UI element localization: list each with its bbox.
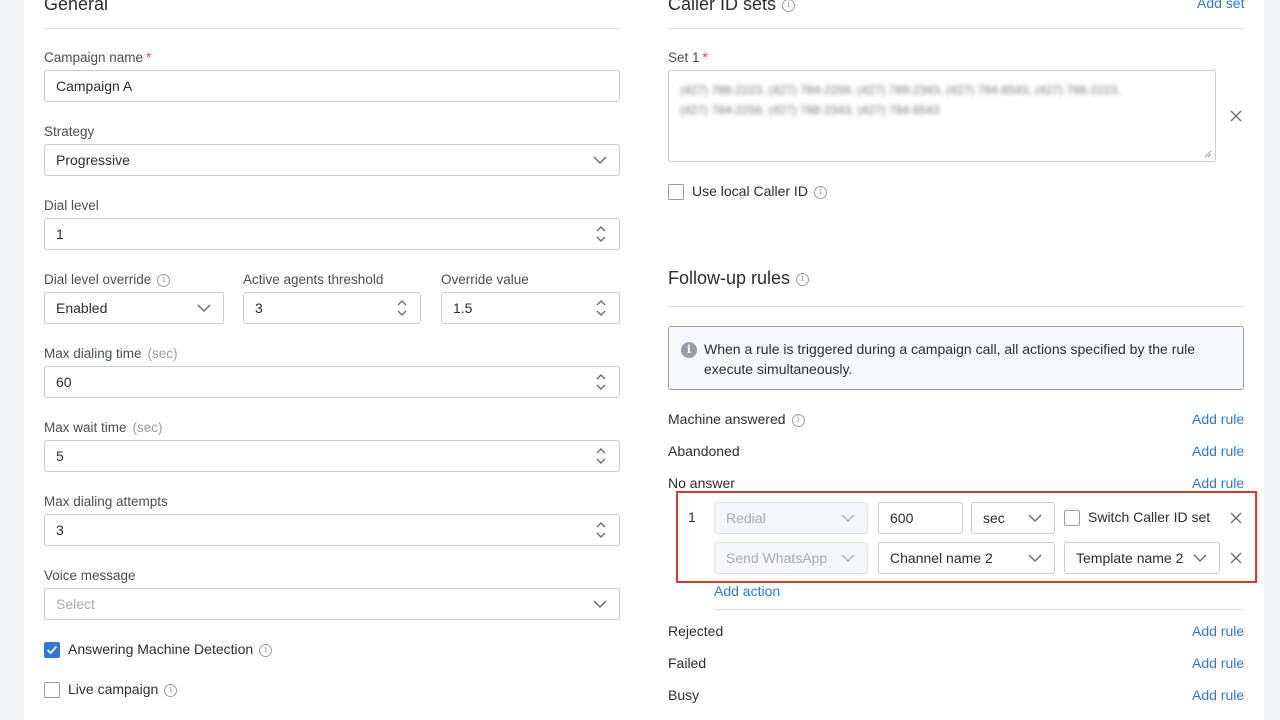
max-dialing-time-value: 60 [56, 374, 72, 390]
spinner-arrows-icon[interactable] [595, 447, 607, 465]
general-section-title: General [44, 0, 109, 14]
active-agents-threshold-input[interactable]: 3 [243, 292, 421, 324]
info-icon[interactable]: i [796, 272, 810, 286]
set1-label: Set 1 * [668, 50, 708, 65]
dial-level-override-label: Dial level override i [44, 272, 171, 287]
max-dialing-attempts-input[interactable]: 3 [44, 514, 620, 546]
use-local-caller-id-checkbox[interactable] [668, 184, 684, 200]
max-dialing-time-input[interactable]: 60 [44, 366, 620, 398]
followup-notice: i When a rule is triggered during a camp… [668, 326, 1244, 390]
add-action-link[interactable]: Add action [714, 583, 780, 599]
max-dialing-attempts-label: Max dialing attempts [44, 494, 168, 509]
campaign-name-input[interactable]: Campaign A [44, 70, 620, 102]
dial-level-override-select[interactable]: Enabled [44, 292, 224, 324]
rule-no-answer: No answer [668, 475, 735, 491]
rule-busy: Busy [668, 687, 700, 703]
spinner-arrows-icon[interactable] [595, 299, 607, 317]
voice-message-select[interactable]: Select [44, 588, 620, 620]
rule-failed: Failed [668, 655, 707, 671]
strategy-select[interactable]: Progressive [44, 144, 620, 176]
remove-set-close-icon[interactable] [1230, 110, 1242, 122]
amd-label: Answering Machine Detection i [68, 641, 273, 657]
add-set-link[interactable]: Add set [1197, 0, 1244, 11]
info-icon[interactable]: i [813, 185, 827, 199]
set1-textarea[interactable]: (427) 788-2223, (427) 784-2256, (427) 78… [668, 70, 1216, 162]
override-value-value: 1.5 [453, 300, 473, 316]
set1-numbers-line2: (427) 784-2256, (427) 788-2343, (427) 78… [680, 103, 940, 117]
strategy-value: Progressive [56, 152, 130, 168]
active-agents-threshold-value: 3 [255, 300, 263, 316]
max-wait-time-value: 5 [56, 448, 64, 464]
campaign-name-value: Campaign A [56, 78, 133, 94]
live-campaign-checkbox[interactable] [44, 682, 60, 698]
info-icon: i [681, 342, 697, 358]
rule-rejected: Rejected [668, 623, 724, 639]
dial-level-input[interactable]: 1 [44, 218, 620, 250]
resize-handle-icon[interactable] [1204, 150, 1212, 158]
rule-abandoned: Abandoned [668, 443, 740, 459]
add-rule-abandoned[interactable]: Add rule [1192, 443, 1244, 459]
info-icon[interactable]: i [259, 643, 273, 657]
chevron-down-icon [593, 156, 607, 165]
max-wait-time-label: Max wait time (sec) [44, 420, 163, 435]
add-rule-rejected[interactable]: Add rule [1192, 623, 1244, 639]
override-value-label: Override value [441, 272, 529, 287]
max-dialing-time-label: Max dialing time (sec) [44, 346, 178, 361]
check-icon [47, 645, 58, 655]
override-value-input[interactable]: 1.5 [441, 292, 620, 324]
info-icon[interactable]: i [164, 683, 178, 697]
active-agents-threshold-label: Active agents threshold [243, 272, 384, 287]
live-campaign-label: Live campaign i [68, 681, 178, 697]
add-rule-failed[interactable]: Add rule [1192, 655, 1244, 671]
campaign-name-label: Campaign name * [44, 50, 152, 65]
add-rule-no-answer[interactable]: Add rule [1192, 475, 1244, 491]
rule-machine-answered: Machine answered i [668, 411, 805, 427]
add-rule-machine-answered[interactable]: Add rule [1192, 411, 1244, 427]
voice-message-placeholder: Select [56, 596, 95, 612]
highlight-box [676, 491, 1257, 583]
followup-section-title: Follow-up rules i [668, 268, 810, 289]
spinner-arrows-icon[interactable] [396, 299, 408, 317]
chevron-down-icon [593, 600, 607, 609]
chevron-down-icon [197, 304, 211, 313]
rule-divider [714, 609, 1244, 610]
strategy-label: Strategy [44, 124, 95, 139]
max-wait-time-input[interactable]: 5 [44, 440, 620, 472]
add-rule-busy[interactable]: Add rule [1192, 687, 1244, 703]
info-icon[interactable]: i [791, 413, 805, 427]
dial-level-label: Dial level [44, 198, 99, 213]
set1-numbers-line1: (427) 788-2223, (427) 784-2256, (427) 78… [680, 83, 1121, 97]
voice-message-label: Voice message [44, 568, 136, 583]
amd-checkbox[interactable] [44, 642, 60, 658]
followup-divider [668, 306, 1244, 307]
info-icon[interactable]: i [782, 0, 796, 12]
dial-level-value: 1 [56, 226, 64, 242]
general-divider [44, 28, 620, 29]
spinner-arrows-icon[interactable] [595, 521, 607, 539]
followup-notice-text: When a rule is triggered during a campai… [704, 341, 1196, 377]
caller-id-section-title: Caller ID sets i [668, 0, 796, 15]
dial-level-override-value: Enabled [56, 300, 108, 316]
use-local-caller-id-label: Use local Caller ID i [692, 183, 827, 199]
info-icon[interactable]: i [157, 273, 171, 287]
caller-id-divider [668, 28, 1244, 29]
spinner-arrows-icon[interactable] [595, 373, 607, 391]
spinner-arrows-icon[interactable] [595, 225, 607, 243]
max-dialing-attempts-value: 3 [56, 522, 64, 538]
